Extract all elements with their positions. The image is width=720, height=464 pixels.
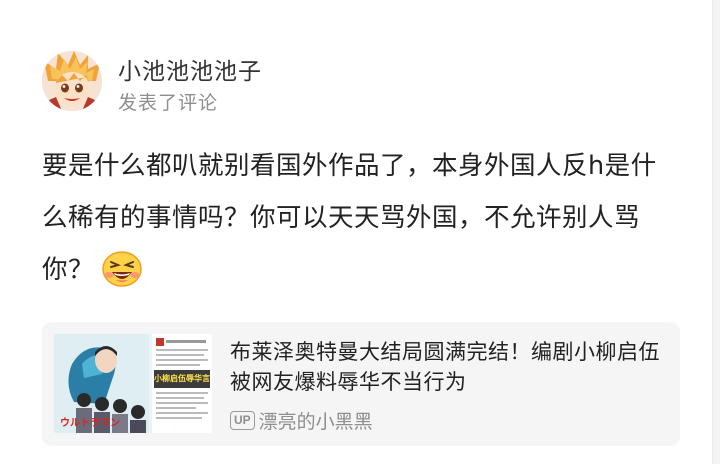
grinning-face-emoji-icon (100, 248, 144, 288)
action-label: 发表了评论 (118, 92, 219, 114)
shared-video-title[interactable]: 布莱泽奥特曼大结局圆满完结！编剧小柳启伍被网友爆料辱华不当行为 (230, 337, 670, 397)
comment-content: 要是什么都叭就别看国外作品了，本身外国人反h是什么稀有的事情吗？你可以天天骂外国… (42, 140, 682, 296)
shared-video-card[interactable]: ウルトラマン 小柳启伍辱华言论 布莱泽奥特曼大结局圆满完结！编剧小柳启伍被网友爆… (42, 322, 680, 446)
comment-card: 小池池池池子 发表了评论 要是什么都叭就别看国外作品了，本身外国人反h是什么稀有… (0, 0, 713, 464)
video-thumbnail[interactable]: ウルトラマン 小柳启伍辱华言论 (54, 334, 212, 433)
up-badge: UP (230, 411, 255, 430)
avatar[interactable] (42, 51, 102, 111)
svg-text:ウルトラマン: ウルトラマン (60, 417, 120, 429)
shared-video-author-row[interactable]: UP 漂亮的小黑黑 (230, 407, 373, 434)
username[interactable]: 小池池池池子 (118, 52, 262, 86)
avatar-image (42, 51, 102, 111)
thumbnail-caption: 小柳启伍辱华言论 (154, 374, 210, 383)
author-name[interactable]: 漂亮的小黑黑 (259, 407, 373, 434)
